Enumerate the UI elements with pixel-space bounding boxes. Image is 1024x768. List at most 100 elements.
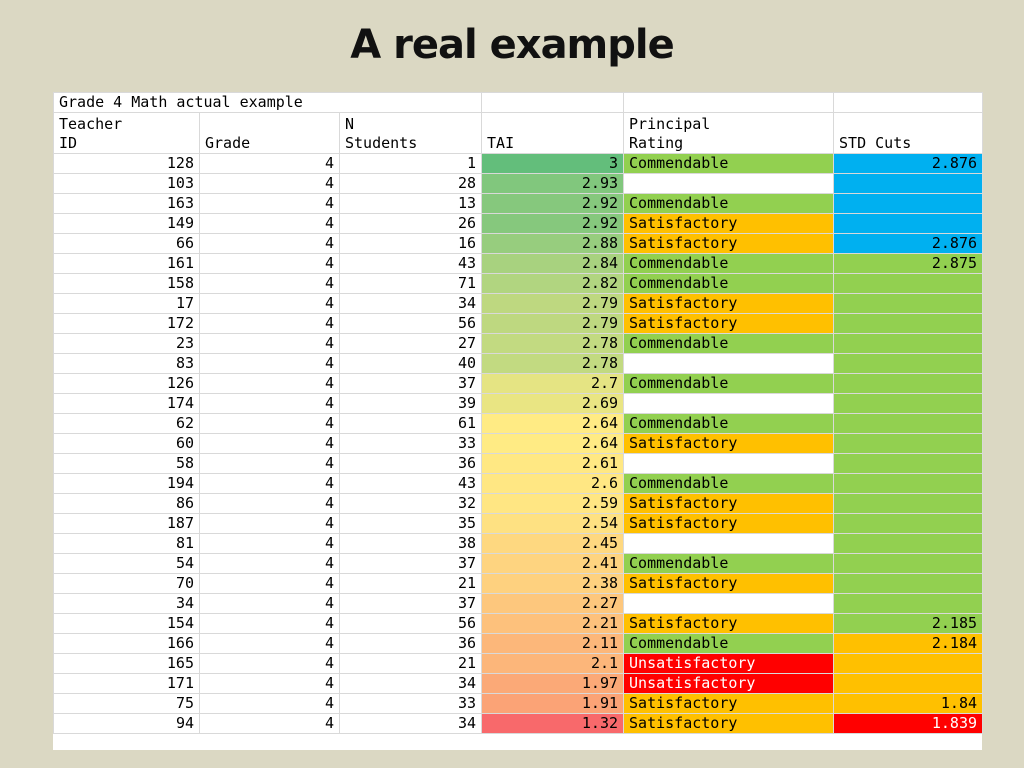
- cell-principal-rating: Commendable: [623, 273, 835, 294]
- cell-tai: 1.97: [481, 673, 625, 694]
- cell-std-cut: 1.84: [833, 693, 984, 714]
- cell-n-students: 33: [338, 433, 483, 454]
- cell-std-cut: [833, 393, 984, 414]
- cell-std-cut: [833, 473, 984, 494]
- cell-grade: 4: [199, 673, 340, 694]
- cell-tai: 2.88: [481, 233, 625, 254]
- table-row: 171 4 34 1.97 Unsatisfactory: [53, 673, 984, 694]
- cell-n-students: 27: [338, 333, 483, 354]
- cell-grade: 4: [199, 613, 340, 634]
- table-row: 83 4 40 2.78: [53, 353, 984, 374]
- cell-n-students: 35: [338, 513, 483, 534]
- cell-n-students: 32: [338, 493, 483, 514]
- table-row: 62 4 61 2.64 Commendable: [53, 413, 984, 434]
- table-row: 163 4 13 2.92 Commendable: [53, 193, 984, 214]
- cell-grade: 4: [199, 193, 340, 214]
- cell-tai: 2.78: [481, 353, 625, 374]
- table-body: 128 4 1 3 Commendable 2.876 103 4 28 2.93 163 4 13 2.…: [53, 153, 984, 734]
- cell-teacher-id: 128: [53, 153, 200, 174]
- cell-tai: 2.11: [481, 633, 625, 654]
- cell-n-students: 13: [338, 193, 483, 214]
- cell-n-students: 26: [338, 213, 483, 234]
- cell-std-cut: [833, 653, 984, 674]
- table-row: 66 4 16 2.88 Satisfactory 2.876: [53, 233, 984, 254]
- cell-tai: 2.38: [481, 573, 625, 594]
- cell-std-cut: [833, 433, 984, 454]
- cell-tai: 2.1: [481, 653, 625, 674]
- cell-n-students: 40: [338, 353, 483, 374]
- cell-principal-rating: Commendable: [623, 553, 835, 574]
- cell-grade: 4: [199, 553, 340, 574]
- cell-std-cut: [833, 573, 984, 594]
- cell-teacher-id: 166: [53, 633, 200, 654]
- cell-grade: 4: [199, 373, 340, 394]
- cell-teacher-id: 23: [53, 333, 200, 354]
- cell-std-cut: 2.185: [833, 613, 984, 634]
- cell-n-students: 61: [338, 413, 483, 434]
- cell-n-students: 36: [338, 453, 483, 474]
- cell-std-cut: [833, 673, 984, 694]
- cell-principal-rating: Satisfactory: [623, 433, 835, 454]
- cell-tai: 2.92: [481, 213, 625, 234]
- header-teacher-id-line1: Teacher: [59, 115, 123, 133]
- cell-n-students: 38: [338, 533, 483, 554]
- header-n-students-line1: N: [345, 115, 355, 133]
- cell-tai: 2.54: [481, 513, 625, 534]
- cell-grade: 4: [199, 393, 340, 414]
- cell-std-cut: [833, 493, 984, 514]
- cell-n-students: 21: [338, 573, 483, 594]
- header-std-cuts: STD Cuts: [833, 112, 984, 154]
- empty-cell: [623, 92, 835, 113]
- table-row: 154 4 56 2.21 Satisfactory 2.185: [53, 613, 984, 634]
- spreadsheet: Grade 4 Math actual example Teacher ID G…: [52, 92, 984, 750]
- header-principal-rating: Principal Rating: [623, 112, 835, 154]
- table-row: 165 4 21 2.1 Unsatisfactory: [53, 653, 984, 674]
- cell-grade: 4: [199, 473, 340, 494]
- cell-teacher-id: 62: [53, 413, 200, 434]
- cell-principal-rating: Satisfactory: [623, 693, 835, 714]
- table-row: 128 4 1 3 Commendable 2.876: [53, 153, 984, 174]
- table-row: 194 4 43 2.6 Commendable: [53, 473, 984, 494]
- cell-teacher-id: 54: [53, 553, 200, 574]
- cell-principal-rating: Commendable: [623, 413, 835, 434]
- header-teacher-id: Teacher ID: [53, 112, 200, 154]
- cell-teacher-id: 194: [53, 473, 200, 494]
- table-row: 126 4 37 2.7 Commendable: [53, 373, 984, 394]
- cell-grade: 4: [199, 713, 340, 734]
- cell-std-cut: [833, 593, 984, 614]
- cell-tai: 2.69: [481, 393, 625, 414]
- cell-n-students: 34: [338, 713, 483, 734]
- cell-teacher-id: 163: [53, 193, 200, 214]
- cell-std-cut: [833, 293, 984, 314]
- cell-principal-rating: Commendable: [623, 193, 835, 214]
- cell-tai: 2.6: [481, 473, 625, 494]
- cell-teacher-id: 154: [53, 613, 200, 634]
- cell-tai: 2.21: [481, 613, 625, 634]
- cell-grade: 4: [199, 413, 340, 434]
- cell-teacher-id: 149: [53, 213, 200, 234]
- cell-tai: 2.64: [481, 433, 625, 454]
- cell-grade: 4: [199, 573, 340, 594]
- cell-grade: 4: [199, 693, 340, 714]
- cell-teacher-id: 86: [53, 493, 200, 514]
- cell-n-students: 1: [338, 153, 483, 174]
- cell-tai: 2.45: [481, 533, 625, 554]
- table-row: 161 4 43 2.84 Commendable 2.875: [53, 253, 984, 274]
- cell-grade: 4: [199, 233, 340, 254]
- cell-tai: 2.93: [481, 173, 625, 194]
- table-row: 149 4 26 2.92 Satisfactory: [53, 213, 984, 234]
- header-rating-line1: Principal: [629, 115, 711, 133]
- cell-n-students: 36: [338, 633, 483, 654]
- table-row: 81 4 38 2.45: [53, 533, 984, 554]
- table-row: 60 4 33 2.64 Satisfactory: [53, 433, 984, 454]
- cell-principal-rating: [623, 453, 835, 474]
- table-row: 70 4 21 2.38 Satisfactory: [53, 573, 984, 594]
- table-row: 58 4 36 2.61: [53, 453, 984, 474]
- table-row: 34 4 37 2.27: [53, 593, 984, 614]
- table-row: 94 4 34 1.32 Satisfactory 1.839: [53, 713, 984, 734]
- cell-n-students: 43: [338, 253, 483, 274]
- cell-tai: 2.78: [481, 333, 625, 354]
- cell-grade: 4: [199, 273, 340, 294]
- cell-principal-rating: Satisfactory: [623, 713, 835, 734]
- cell-teacher-id: 58: [53, 453, 200, 474]
